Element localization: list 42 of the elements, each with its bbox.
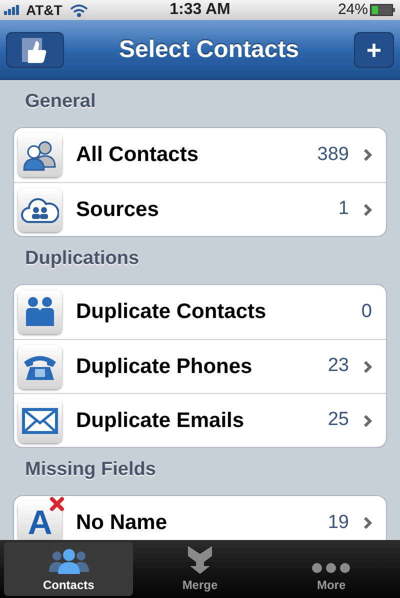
- section-header: Duplications: [24, 247, 140, 271]
- signal-icon: [4, 5, 22, 15]
- row-label: No Name: [76, 510, 168, 536]
- carrier-label: AT&T: [26, 0, 62, 20]
- tab-item[interactable]: Contacts: [4, 542, 134, 596]
- row-label: Duplicate Phones: [76, 354, 254, 380]
- section-header: General: [24, 90, 97, 114]
- wifi-icon: [70, 4, 88, 16]
- two-people-icon: [18, 290, 62, 334]
- envelope-icon: [18, 398, 62, 442]
- row-label: Sources: [76, 196, 160, 223]
- tab-item[interactable]: Merge: [135, 542, 265, 596]
- row-count: 0: [361, 300, 372, 324]
- row-count: 389: [317, 142, 349, 167]
- list-row[interactable]: Sources 1: [14, 182, 386, 236]
- merge-arrow-icon: [186, 544, 214, 574]
- list-row[interactable]: Duplicate Emails 25: [14, 393, 386, 447]
- people-icon: [18, 133, 62, 177]
- row-count: 23: [328, 354, 349, 378]
- clock-time: 1:33 AM: [170, 0, 230, 20]
- cloud-people-icon: [18, 188, 62, 232]
- row-label: Duplicate Contacts: [76, 299, 268, 326]
- x-mark-icon: [50, 497, 64, 511]
- telephone-icon: [18, 344, 62, 388]
- section-header: Missing Fields: [24, 458, 157, 482]
- tab-item[interactable]: More: [266, 542, 396, 596]
- row-count: 1: [338, 197, 349, 222]
- list-row[interactable]: All Contacts 389: [14, 128, 386, 182]
- row-count: 19: [328, 510, 349, 535]
- more-dots-icon: [311, 562, 352, 574]
- people-icon: [48, 548, 89, 574]
- battery-icon: [370, 4, 396, 16]
- like-button[interactable]: [6, 32, 64, 68]
- screen-title: Select Contacts: [118, 34, 300, 64]
- row-label: All Contacts: [76, 142, 200, 168]
- list-row[interactable]: Duplicate Contacts 0: [14, 285, 386, 339]
- battery-percent: 24%: [338, 0, 368, 20]
- letter-icon: A: [28, 506, 52, 540]
- add-button[interactable]: +: [354, 32, 394, 68]
- list-row[interactable]: Duplicate Phones 23: [14, 339, 386, 393]
- row-count: 25: [328, 408, 349, 432]
- row-label: Duplicate Emails: [76, 408, 246, 434]
